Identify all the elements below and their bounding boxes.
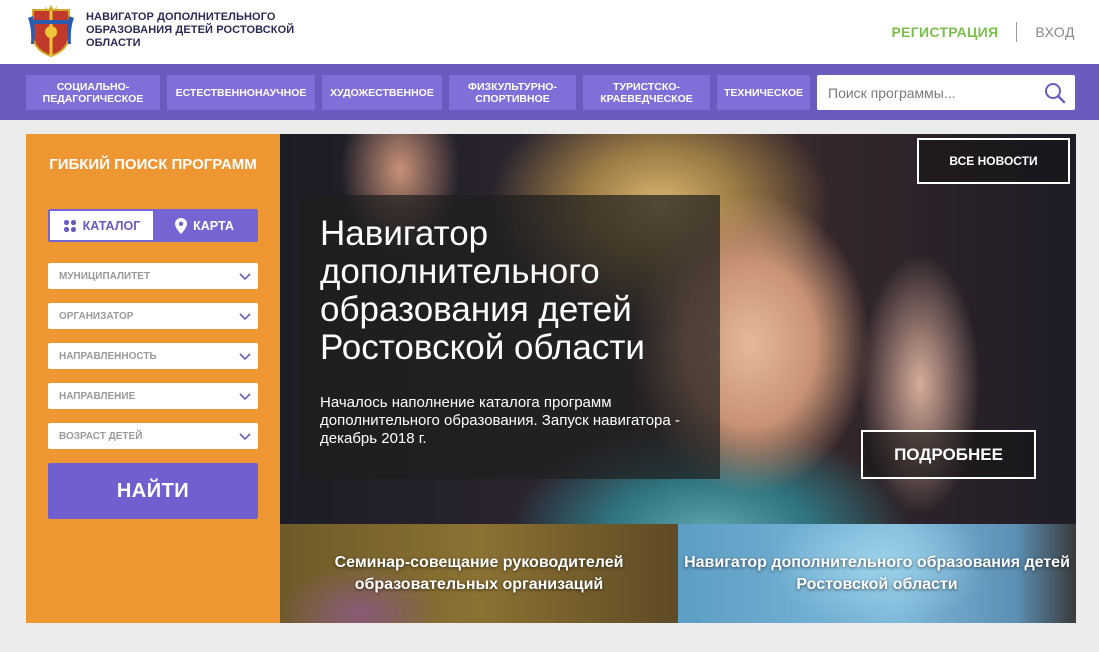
search-box <box>817 75 1075 110</box>
map-pin-icon <box>175 217 188 234</box>
select-label: ВОЗРАСТ ДЕТЕЙ <box>59 430 143 442</box>
sidebar-title: ГИБКИЙ ПОИСК ПРОГРАММ <box>49 156 257 173</box>
child-age-select[interactable]: ВОЗРАСТ ДЕТЕЙ <box>48 423 258 449</box>
nav-item-technical[interactable]: ТЕХНИЧЕСКОЕ <box>717 75 810 110</box>
chevron-down-icon <box>239 313 251 321</box>
coat-of-arms-logo[interactable] <box>28 4 74 58</box>
chevron-down-icon <box>239 433 251 441</box>
search-sidebar: ГИБКИЙ ПОИСК ПРОГРАММ КАТАЛОГ КАРТА МУНИ… <box>26 134 280 623</box>
news-card[interactable]: Семинар-совещание руководителей образова… <box>280 524 678 623</box>
chevron-down-icon <box>239 353 251 361</box>
find-button[interactable]: НАЙТИ <box>48 463 258 519</box>
direction-select[interactable]: НАПРАВЛЕНИЕ <box>48 383 258 409</box>
login-link[interactable]: ВХОД <box>1035 24 1075 40</box>
site-title: НАВИГАТОР ДОПОЛНИТЕЛЬНОГО ОБРАЗОВАНИЯ ДЕ… <box>86 11 295 49</box>
chevron-down-icon <box>239 393 251 401</box>
more-button[interactable]: ПОДРОБНЕЕ <box>861 430 1036 479</box>
hero-text: Началось наполнение каталога программ до… <box>320 394 680 447</box>
hero-banner: ВСЕ НОВОСТИ Навигатор дополнительного об… <box>280 134 1076 524</box>
auth-links: РЕГИСТРАЦИЯ ВХОД <box>891 20 1075 44</box>
site-header: НАВИГАТОР ДОПОЛНИТЕЛЬНОГО ОБРАЗОВАНИЯ ДЕ… <box>0 0 1099 64</box>
all-news-button[interactable]: ВСЕ НОВОСТИ <box>917 138 1070 184</box>
grid-icon <box>63 219 76 232</box>
catalog-tab[interactable]: КАТАЛОГ <box>50 211 153 240</box>
map-tab-label: КАРТА <box>193 218 234 233</box>
nav-item-tourism[interactable]: ТУРИСТСКО-КРАЕВЕДЧЕСКОЕ <box>583 75 710 110</box>
nav-item-natural-science[interactable]: ЕСТЕСТВЕННОНАУЧНОЕ <box>167 75 315 110</box>
auth-divider <box>1016 22 1018 42</box>
select-label: НАПРАВЛЕННОСТЬ <box>59 350 157 362</box>
news-card[interactable]: Навигатор дополнительного образования де… <box>678 524 1076 623</box>
select-label: НАПРАВЛЕНИЕ <box>59 390 136 402</box>
register-link[interactable]: РЕГИСТРАЦИЯ <box>891 24 998 40</box>
focus-select[interactable]: НАПРАВЛЕННОСТЬ <box>48 343 258 369</box>
view-toggle: КАТАЛОГ КАРТА <box>48 209 258 242</box>
category-nav: СОЦИАЛЬНО-ПЕДАГОГИЧЕСКОЕ ЕСТЕСТВЕННОНАУЧ… <box>0 64 1099 120</box>
catalog-tab-label: КАТАЛОГ <box>82 218 141 233</box>
news-card-title: Навигатор дополнительного образования де… <box>684 554 1070 593</box>
map-tab[interactable]: КАРТА <box>153 211 256 240</box>
nav-item-art[interactable]: ХУДОЖЕСТВЕННОЕ <box>322 75 442 110</box>
search-input[interactable] <box>817 76 1029 109</box>
organizer-select[interactable]: ОРГАНИЗАТОР <box>48 303 258 329</box>
select-label: МУНИЦИПАЛИТЕТ <box>59 270 151 282</box>
hero-caption-box: Навигатор дополнительного образования де… <box>300 195 720 479</box>
nav-item-socio-pedagogical[interactable]: СОЦИАЛЬНО-ПЕДАГОГИЧЕСКОЕ <box>26 75 160 110</box>
hero-title: Навигатор дополнительного образования де… <box>320 214 645 367</box>
select-label: ОРГАНИЗАТОР <box>59 310 134 322</box>
news-card-title: Семинар-совещание руководителей образова… <box>334 554 624 593</box>
nav-item-sports[interactable]: ФИЗКУЛЬТУРНО-СПОРТИВНОЕ <box>449 75 576 110</box>
municipality-select[interactable]: МУНИЦИПАЛИТЕТ <box>48 263 258 289</box>
chevron-down-icon <box>239 273 251 281</box>
search-icon[interactable] <box>1043 81 1067 105</box>
